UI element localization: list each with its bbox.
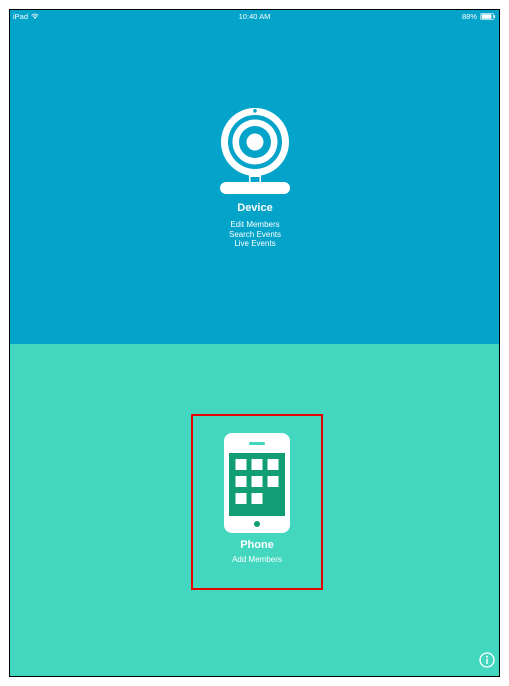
app-window: iPad 10:40 AM 88% Device Edit Members Se… — [9, 9, 500, 677]
status-right: 88% — [462, 12, 496, 21]
phone-actions: Add Members — [232, 555, 282, 565]
phone-action-add-members: Add Members — [232, 555, 282, 564]
device-option[interactable]: Device Edit Members Search Events Live E… — [185, 106, 325, 249]
phone-option[interactable]: Phone Add Members — [191, 414, 323, 590]
info-icon[interactable] — [479, 652, 495, 668]
device-panel[interactable]: Device Edit Members Search Events Live E… — [10, 10, 499, 344]
battery-percent: 88% — [461, 12, 477, 21]
battery-icon — [480, 13, 496, 20]
device-title: Device — [237, 202, 273, 214]
webcam-icon — [220, 108, 290, 194]
status-bar: iPad 10:40 AM 88% — [10, 10, 499, 24]
phone-icon — [224, 433, 290, 533]
phone-panel[interactable]: Phone Add Members — [10, 344, 499, 676]
device-actions: Edit Members Search Events Live Events — [229, 220, 281, 249]
status-time: 10:40 AM — [238, 12, 271, 21]
device-action-edit-members: Edit Members — [230, 220, 280, 229]
phone-title: Phone — [240, 539, 274, 551]
device-action-live-events: Live Events — [234, 239, 276, 248]
device-action-search-events: Search Events — [228, 229, 282, 239]
